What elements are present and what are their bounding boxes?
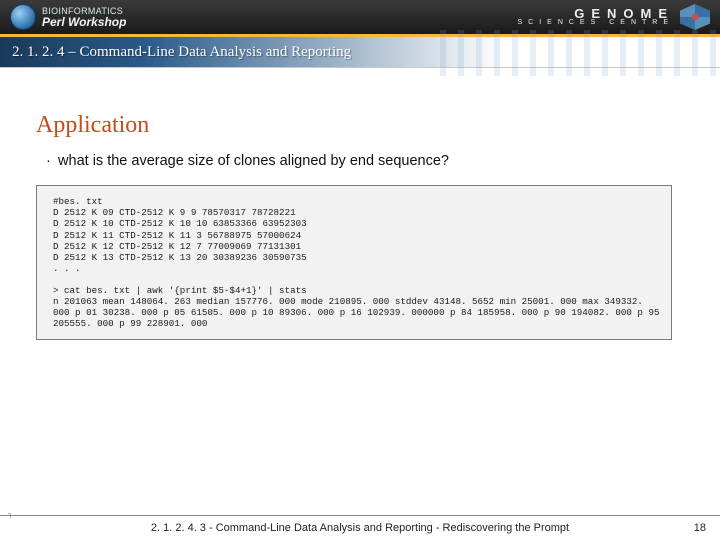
gsc-logo-icon: [680, 4, 710, 30]
slide-header: BIOINFORMATICS Perl Workshop GENOME SCIE…: [0, 0, 720, 76]
perl-camel-icon: [10, 4, 36, 30]
header-stripes: [440, 30, 720, 76]
workshop-brand: BIOINFORMATICS Perl Workshop: [10, 4, 126, 30]
bullet-dot-icon: ·: [46, 153, 54, 169]
code-segment-2: > cat bes. txt | awk '{print $5-$4+1}' |…: [53, 285, 661, 330]
page-title: Application: [36, 112, 690, 139]
code-block: #bes. txt D 2512 K 09 CTD-2512 K 9 9 785…: [36, 185, 672, 340]
gsc-line2: SCIENCES CENTRE: [517, 20, 674, 26]
brand-bottom-text: Perl Workshop: [42, 16, 126, 28]
bullet-item: · what is the average size of clones ali…: [36, 153, 690, 169]
header-top-bar: BIOINFORMATICS Perl Workshop GENOME SCIE…: [0, 0, 720, 34]
section-number: 2. 1. 2. 4 – Command-Line Data Analysis …: [12, 44, 351, 61]
gsc-line1: GENOME: [517, 8, 674, 20]
footer-text: 2. 1. 2. 4. 3 - Command-Line Data Analys…: [151, 522, 569, 534]
bullet-text: what is the average size of clones align…: [58, 153, 449, 169]
slide-footer: ┐ 2. 1. 2. 4. 3 - Command-Line Data Anal…: [0, 515, 720, 540]
gsc-brand: GENOME SCIENCES CENTRE: [517, 4, 710, 30]
page-number: 18: [694, 522, 706, 534]
slide-content: Application · what is the average size o…: [36, 112, 690, 340]
code-segment-1: #bes. txt D 2512 K 09 CTD-2512 K 9 9 785…: [53, 196, 661, 275]
